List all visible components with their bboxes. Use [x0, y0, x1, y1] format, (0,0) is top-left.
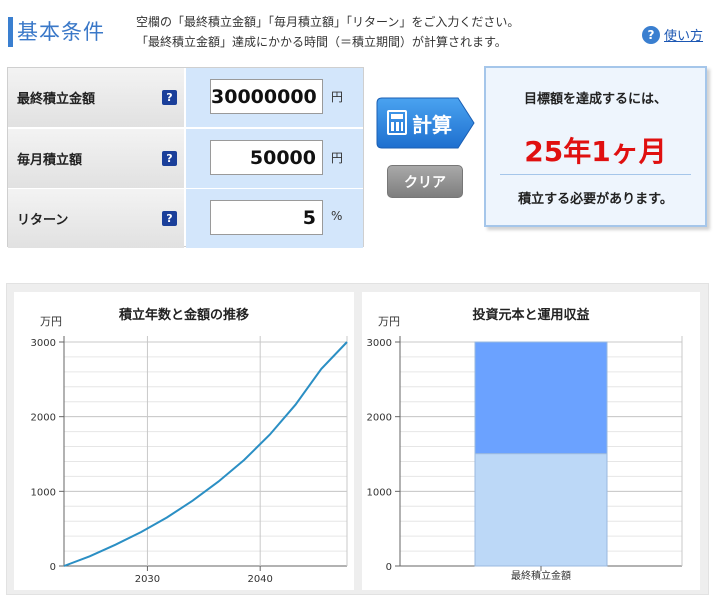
return-label: リターン — [8, 189, 184, 248]
line-chart-panel: 積立年数と金額の推移 万円 0 1000 2000 3000 2030 2040 — [14, 292, 354, 590]
x-tick-label: 2030 — [135, 574, 160, 585]
line-chart: 0 1000 2000 3000 2030 2040 — [31, 336, 348, 585]
bar-return — [474, 341, 608, 455]
x-tick-label: 最終積立金額 — [511, 569, 571, 582]
bar-chart-panel: 投資元本と運用収益 万円 0 1000 2000 3000 最終積立金額 — [362, 292, 700, 590]
calculate-button[interactable]: 計算 — [376, 97, 476, 149]
bar-principal — [474, 453, 608, 567]
instructions-line-2: 「最終積立金額」達成にかかる時間（＝積立期間）が計算されます。 — [136, 35, 507, 49]
monthly-amount-label: 毎月積立額 — [8, 129, 184, 188]
final-amount-input[interactable] — [210, 79, 323, 114]
result-value: 25年1ヶ月 — [524, 135, 667, 168]
series-line — [63, 341, 348, 567]
calculate-button-label: 計算 — [412, 113, 452, 137]
monthly-amount-unit: 円 — [331, 151, 344, 165]
y-tick-label: 1000 — [367, 487, 392, 498]
final-amount-cell: 円 — [186, 68, 363, 127]
y-tick-label: 2000 — [367, 413, 392, 424]
row-monthly-amount: 毎月積立額 ? 円 — [8, 128, 363, 188]
clear-button[interactable]: クリア — [387, 165, 463, 198]
final-amount-unit: 円 — [331, 90, 344, 104]
question-icon[interactable]: ? — [162, 211, 177, 226]
return-unit: % — [331, 209, 343, 223]
row-final-amount: 最終積立金額 ? 円 — [8, 68, 363, 127]
monthly-amount-input[interactable] — [210, 140, 323, 175]
final-amount-label: 最終積立金額 — [8, 68, 184, 127]
monthly-amount-cell: 円 — [186, 129, 363, 188]
question-icon[interactable]: ? — [162, 90, 177, 105]
result-footer: 積立する必要があります。 — [518, 192, 673, 207]
y-tick-label: 0 — [50, 562, 56, 573]
result-box: 目標額を達成するには、 25年1ヶ月 積立する必要があります。 — [484, 66, 707, 227]
y-tick-label: 0 — [386, 562, 392, 573]
help-icon[interactable]: ? — [642, 25, 660, 44]
y-tick-label: 1000 — [31, 487, 56, 498]
row-return: リターン ? % — [8, 188, 363, 248]
title-accent-bar — [8, 17, 13, 47]
x-tick-label: 2040 — [247, 574, 272, 585]
y-tick-label: 3000 — [31, 338, 56, 349]
instructions-line-1: 空欄の「最終積立金額」「毎月積立額」「リターン」をご入力ください。 — [136, 15, 520, 29]
input-form: 最終積立金額 ? 円 毎月積立額 ? 円 リターン ? % — [7, 67, 364, 248]
help-link-group[interactable]: ? 使い方 — [642, 25, 703, 44]
return-input[interactable] — [210, 200, 323, 235]
calculator-icon — [387, 110, 407, 135]
return-cell: % — [186, 189, 363, 248]
instructions: 空欄の「最終積立金額」「毎月積立額」「リターン」をご入力ください。 「最終積立金… — [136, 12, 519, 52]
question-icon[interactable]: ? — [162, 151, 177, 166]
result-heading: 目標額を達成するには、 — [523, 92, 667, 107]
bar-chart: 0 1000 2000 3000 最終積立金額 — [367, 336, 683, 582]
result-divider — [500, 174, 691, 175]
y-tick-label: 2000 — [31, 413, 56, 424]
y-tick-label: 3000 — [367, 338, 392, 349]
page-title: 基本条件 — [17, 20, 105, 44]
help-link[interactable]: 使い方 — [664, 25, 703, 44]
